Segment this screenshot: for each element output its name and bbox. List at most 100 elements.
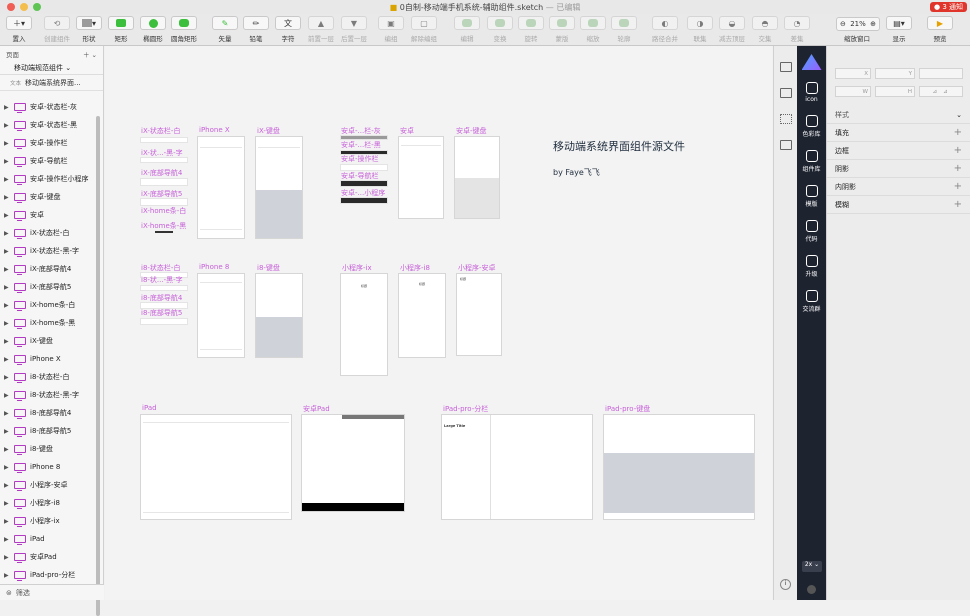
artboard-label[interactable]: 安卓 — [400, 126, 414, 136]
inspector-section[interactable]: 模糊 + — [827, 196, 970, 214]
layer-artboard[interactable]: ▶ iPad-pro-分栏 — [0, 566, 100, 584]
w-field[interactable]: W — [835, 86, 871, 97]
disclosure-triangle-icon[interactable]: ▶ — [4, 320, 10, 327]
disclosure-triangle-icon[interactable]: ▶ — [4, 536, 10, 543]
artboard-ix-nav4[interactable] — [140, 178, 188, 186]
disclosure-triangle-icon[interactable]: ▶ — [4, 356, 10, 363]
artboard-android[interactable] — [398, 136, 444, 219]
disclosure-triangle-icon[interactable]: ▶ — [4, 140, 10, 147]
difference-button[interactable]: ◔ 差集 — [777, 16, 817, 43]
layer-artboard[interactable]: ▶ i8-键盘 — [0, 440, 100, 458]
artboard-label[interactable]: i8-底部导航5 — [141, 308, 182, 318]
disclosure-triangle-icon[interactable]: ▶ — [4, 518, 10, 525]
disclosure-triangle-icon[interactable]: ▶ — [4, 122, 10, 129]
layer-artboard[interactable]: ▶ 安卓-操作栏 — [0, 134, 100, 152]
path-combine-button[interactable]: ◐ 路径合并 — [645, 16, 685, 43]
ungroup-button[interactable]: ▢ 解除编组 — [404, 16, 444, 43]
plus-icon[interactable]: + — [954, 145, 962, 156]
artboard-label[interactable]: 安卓-操作栏 — [341, 154, 379, 164]
scale-dropdown[interactable]: 2x ⌄ — [802, 561, 822, 572]
artboard-label[interactable]: iPad — [142, 404, 157, 412]
artboard-label[interactable]: iPad-pro-键盘 — [605, 404, 650, 414]
layer-artboard[interactable]: ▶ iX-状态栏-白 — [0, 224, 100, 242]
disclosure-triangle-icon[interactable]: ▶ — [4, 194, 10, 201]
artboard-label[interactable]: i8-键盘 — [257, 263, 280, 273]
layer-artboard[interactable]: ▶ iX-底部导航5 — [0, 278, 100, 296]
artboard-mini-ix[interactable]: 标题 — [340, 273, 388, 376]
filter-bar[interactable]: ⊜ 筛选 — [0, 584, 104, 600]
artboard-android-navbar[interactable] — [340, 180, 388, 187]
artboard-ix-status-white[interactable] — [140, 137, 188, 143]
disclosure-triangle-icon[interactable]: ▶ — [4, 212, 10, 219]
h-field[interactable]: H — [875, 86, 915, 97]
x-field[interactable]: X — [835, 68, 871, 79]
disclosure-triangle-icon[interactable]: ▶ — [4, 176, 10, 183]
layer-artboard[interactable]: ▶ iX-状态栏-黑-字 — [0, 242, 100, 260]
export-icon[interactable] — [779, 62, 792, 72]
notifications-badge[interactable]: ● 3 通知 — [929, 2, 967, 12]
plugin-item[interactable]: 升级 — [797, 255, 826, 278]
plus-icon[interactable]: + — [954, 181, 962, 192]
artboard-ix-keyboard[interactable] — [255, 136, 303, 239]
layer-artboard[interactable]: ▶ 小程序-安卓 — [0, 476, 100, 494]
layer-artboard[interactable]: ▶ i8-状态栏-黑-字 — [0, 386, 100, 404]
rounded-rectangle-button[interactable]: 圆角矩形 — [164, 16, 204, 43]
artboard-label[interactable]: 安卓Pad — [303, 404, 330, 414]
artboard-label[interactable]: iPad-pro-分栏 — [443, 404, 488, 414]
artboard-label[interactable]: iPhone 8 — [199, 263, 229, 271]
insert-button[interactable]: ＋▾ 置入 — [0, 16, 39, 43]
rotation-field[interactable] — [919, 68, 963, 79]
artboard-ix-nav5[interactable] — [140, 198, 188, 206]
style-header[interactable]: 样式 ⌄ — [827, 106, 970, 124]
layer-artboard[interactable]: ▶ 安卓-状态栏-黑 — [0, 116, 100, 134]
disclosure-triangle-icon[interactable]: ▶ — [4, 500, 10, 507]
zoom-in-icon[interactable]: ⊕ — [870, 20, 876, 28]
artboard-label[interactable]: iX-home条-黑 — [141, 221, 186, 231]
layer-artboard[interactable]: ▶ 安卓Pad — [0, 548, 100, 566]
artboard-i8-keyboard[interactable] — [255, 273, 303, 358]
layer-artboard[interactable]: ▶ 小程序-i8 — [0, 494, 100, 512]
layer-artboard[interactable]: ▶ i8-底部导航5 — [0, 422, 100, 440]
disclosure-triangle-icon[interactable]: ▶ — [4, 302, 10, 309]
layer-artboard[interactable]: ▶ 安卓-操作栏小程序 — [0, 170, 100, 188]
layer-artboard[interactable]: ▶ i8-底部导航4 — [0, 404, 100, 422]
layer-artboard[interactable]: ▶ iPad — [0, 530, 100, 548]
list-icon[interactable] — [779, 140, 792, 150]
artboard-ipad-pro-keyboard[interactable] — [603, 414, 755, 520]
plus-icon[interactable]: + — [954, 163, 962, 174]
add-page-icon[interactable]: ＋ ⌄ — [83, 49, 97, 59]
artboard-iphone-8[interactable] — [197, 273, 245, 358]
artboard-i8-status-black[interactable] — [140, 285, 188, 291]
artboard-android-pad[interactable] — [301, 414, 405, 512]
disclosure-triangle-icon[interactable]: ▶ — [4, 104, 10, 111]
flip-vertical-icon[interactable]: ⊿ — [943, 89, 948, 95]
layers-scrollbar[interactable] — [96, 116, 100, 616]
artboard-label[interactable]: 小程序-ix — [342, 263, 372, 273]
artboard-android-actionbar[interactable] — [340, 164, 388, 171]
inspector-section[interactable]: 边框 + — [827, 142, 970, 160]
plugin-item[interactable]: 交流群 — [797, 290, 826, 313]
outline-button[interactable]: 轮廓 — [604, 16, 644, 43]
disclosure-triangle-icon[interactable]: ▶ — [4, 284, 10, 291]
layer-artboard[interactable]: ▶ iPhone X — [0, 350, 100, 368]
disclosure-triangle-icon[interactable]: ▶ — [4, 554, 10, 561]
layer-artboard[interactable]: ▶ 安卓-导航栏 — [0, 152, 100, 170]
layer-artboard[interactable]: ▶ 安卓-键盘 — [0, 188, 100, 206]
artboard-label[interactable]: 小程序-安卓 — [458, 263, 496, 273]
disclosure-triangle-icon[interactable]: ▶ — [4, 230, 10, 237]
layer-artboard[interactable]: ▶ 安卓-状态栏-灰 — [0, 98, 100, 116]
plugin-item[interactable]: 代码 — [797, 220, 826, 243]
artboard-ix-status-black[interactable] — [140, 157, 188, 163]
artboard-mini-i8[interactable]: 标题 — [398, 273, 446, 358]
preview-button[interactable]: ▶ 预览 — [920, 16, 960, 43]
flip-buttons[interactable]: ⊿ ⊿ — [919, 86, 963, 97]
document-author[interactable]: by Faye飞飞 — [553, 167, 600, 178]
document-title[interactable]: 移动端系统界面组件源文件 — [553, 138, 685, 154]
disclosure-triangle-icon[interactable]: ▶ — [4, 428, 10, 435]
artboard-label[interactable]: 安卓-...栏-黑 — [341, 140, 381, 150]
canvas[interactable]: iX-状态栏-白 iX-状...-黑-字 iX-底部导航4 iX-底部导航5 i… — [105, 46, 772, 600]
layer-artboard[interactable]: ▶ iX-home条-黑 — [0, 314, 100, 332]
artboard-ipad-pro-split[interactable]: Large Title — [441, 414, 593, 520]
settings-icon[interactable] — [807, 585, 816, 594]
artboard-android-keyboard[interactable] — [454, 136, 500, 219]
